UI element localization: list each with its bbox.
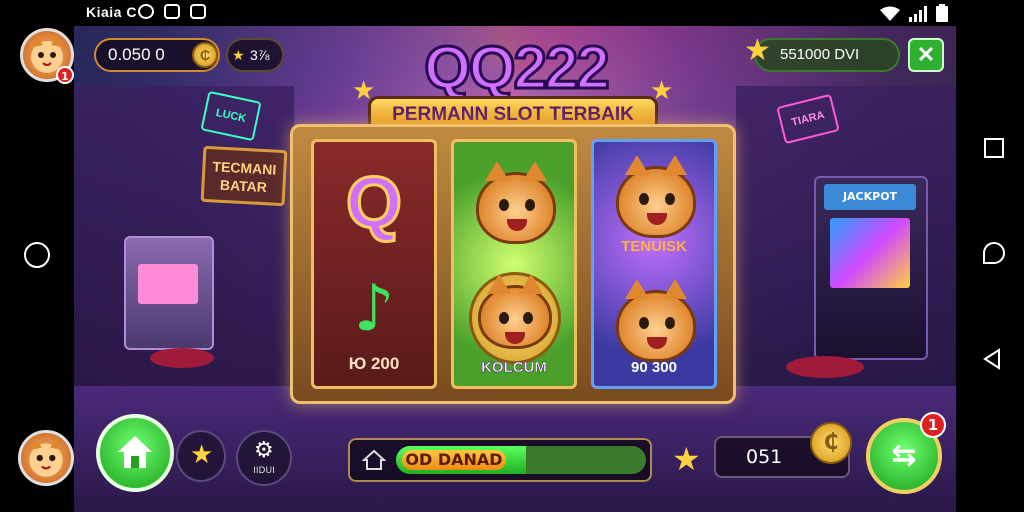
q-symbol: Q <box>344 162 403 245</box>
signal-icon <box>909 6 927 22</box>
gear-icon: ⚙ <box>254 438 274 463</box>
status-notification-icons <box>138 4 206 19</box>
arcade-marquee: JACKPOT <box>824 184 916 210</box>
arcade-screen <box>138 264 198 304</box>
logo-title: QQ222 <box>423 34 611 101</box>
close-button[interactable]: ✕ <box>908 38 944 72</box>
assistant-icon[interactable] <box>983 242 1005 264</box>
slot-machine-frame: Q ♪ Ю 200 KOLCUM TENUISK 90 300 <box>290 124 736 404</box>
star-icon: ★ <box>744 34 771 67</box>
star-count: 3⅞ <box>250 47 270 63</box>
reel-2[interactable]: KOLCUM <box>451 139 577 389</box>
recents-square-icon[interactable] <box>984 138 1004 158</box>
back-triangle-icon[interactable] <box>982 348 1002 370</box>
arcade-machine-left <box>124 236 214 350</box>
profile-avatar[interactable] <box>18 430 74 486</box>
coin-icon: ₵ <box>810 422 852 464</box>
balance-pill: 0.050 0 ₵ <box>94 38 220 72</box>
star-icon: ★ <box>232 47 245 63</box>
star-icon: ★ <box>190 440 214 470</box>
status-text: Kiaia C <box>86 4 137 20</box>
reel-1-value: Ю 200 <box>348 354 400 373</box>
reel-3-value: 90 300 <box>631 359 677 376</box>
game-canvas: LUCK TIARA TECMANI BATAR JACKPOT ★ ★ QQ2… <box>74 26 956 512</box>
arcade-machine-right: JACKPOT <box>814 176 928 360</box>
star-icon: ★ <box>672 440 701 478</box>
image-icon <box>164 4 180 19</box>
bar-stool <box>150 348 214 368</box>
balance-value: 0.050 0 <box>108 45 165 64</box>
home-button[interactable] <box>96 414 174 492</box>
bonus-progress-panel: OD DANAD <box>348 438 652 482</box>
status-bar: Kiaia C <box>0 0 1024 26</box>
spin-arrows-icon: ⇆ <box>891 438 917 473</box>
battery-icon <box>936 4 948 22</box>
home-icon <box>118 436 152 468</box>
wall-sign-left: TECMANI BATAR <box>200 145 288 207</box>
reel-2-value: KOLCUM <box>481 359 547 377</box>
arcade-screen <box>830 218 910 288</box>
wifi-icon <box>880 6 900 21</box>
coin-icon: ₵ <box>192 42 218 68</box>
settings-button[interactable]: ⚙ IIDUI <box>236 430 292 486</box>
bar-stool <box>786 356 864 378</box>
bonus-progress-bar: OD DANAD <box>396 446 646 474</box>
reel-3-caption: TENUISK <box>621 238 687 255</box>
status-system-icons <box>880 4 948 22</box>
messenger-icon <box>138 4 154 19</box>
counter-value: 051 <box>746 446 783 468</box>
home-circle-icon[interactable] <box>24 242 50 268</box>
cat-symbol <box>616 279 696 362</box>
favorites-button[interactable]: ★ <box>176 430 226 482</box>
reel-1[interactable]: Q ♪ Ю 200 <box>311 139 437 389</box>
cat-symbol <box>616 155 696 238</box>
currency-value: 551000 DVI <box>780 46 860 63</box>
cat-face-icon <box>29 437 63 477</box>
house-outline-icon[interactable] <box>362 449 386 471</box>
right-nav-bar <box>956 26 1024 512</box>
spin-badge: 1 <box>920 412 946 438</box>
reel-3[interactable]: TENUISK 90 300 <box>591 139 717 389</box>
cat-symbol <box>476 161 556 244</box>
progress-label: OD DANAD <box>402 450 506 470</box>
settings-caption: IIDUI <box>253 466 275 476</box>
currency-pill: ★ 551000 DVI <box>744 36 900 72</box>
star-pill: ★ 3⅞ <box>226 38 284 72</box>
music-note-symbol: ♪ <box>353 272 395 346</box>
notification-icon <box>190 4 206 19</box>
avatar-badge: 1 <box>56 66 74 84</box>
coin-cat-symbol <box>469 272 561 364</box>
